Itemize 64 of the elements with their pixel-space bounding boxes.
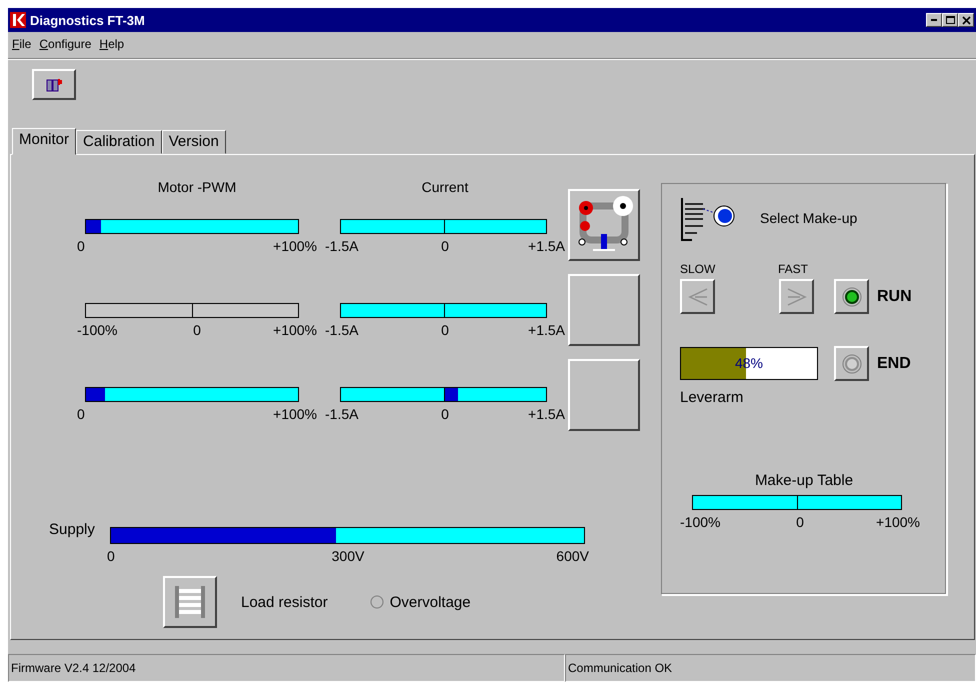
close-button[interactable]	[958, 13, 974, 27]
arrow-icon	[786, 286, 808, 308]
overvoltage-label: Overvoltage	[390, 594, 471, 610]
scale-label: 0	[107, 548, 115, 564]
scale-label: +1.5A	[528, 406, 565, 422]
run-button[interactable]	[834, 279, 869, 314]
tab[interactable]: Calibration	[76, 130, 162, 154]
scale-label: 0	[441, 406, 449, 422]
status-field: Communication OK	[565, 654, 976, 682]
run-label: RUN	[877, 288, 912, 306]
section-heading: Motor -PWM	[156, 179, 238, 197]
app-logo-icon	[10, 12, 26, 28]
scale-label: 300V	[332, 548, 364, 564]
scale-label: -100%	[77, 322, 118, 338]
scale-label: +100%	[273, 322, 317, 338]
scale-label: 0	[77, 238, 85, 254]
supply-label: Supply	[49, 521, 96, 538]
scale-label: 0	[441, 322, 449, 338]
scale-label: +100%	[273, 238, 317, 254]
scale-label: -1.5A	[325, 406, 358, 422]
section-heading: Make-up Table	[754, 472, 854, 489]
maximize-button[interactable]	[942, 13, 958, 27]
status-field: Firmware V2.4 12/2004	[8, 654, 565, 682]
end-button[interactable]	[834, 346, 869, 381]
scale-label: 0	[77, 406, 85, 422]
minimize-button[interactable]	[926, 13, 942, 27]
motor-button[interactable]	[568, 189, 640, 261]
slow-button[interactable]	[680, 279, 715, 314]
end-label: END	[877, 354, 911, 372]
menu-item[interactable]: Help	[99, 37, 124, 53]
fast-label: FAST	[778, 262, 808, 276]
load-resistor-label: Load resistor	[241, 594, 328, 610]
scale-label: +1.5A	[528, 322, 565, 338]
maximize-icon	[946, 16, 954, 24]
blank-button[interactable]	[568, 359, 640, 431]
toolbar-button[interactable]	[32, 69, 76, 100]
select-makeup-label: Select Make-up	[760, 210, 858, 226]
scale-label: 0	[193, 322, 201, 338]
leverarm-label: Leverarm	[680, 389, 744, 406]
minimize-icon	[931, 19, 937, 21]
menu-item[interactable]: Configure	[39, 37, 92, 53]
scale-label: -100%	[680, 514, 720, 530]
scale-label: +100%	[273, 406, 317, 422]
scale-label: -1.5A	[325, 238, 358, 254]
load-resistor-button[interactable]	[163, 576, 217, 628]
arrow-icon	[686, 286, 708, 308]
fast-button[interactable]	[779, 279, 814, 314]
section-heading: Current	[420, 179, 470, 197]
makeup-selector-icon[interactable]	[680, 196, 736, 242]
scale-label: 0	[796, 514, 804, 530]
tab[interactable]: Monitor	[12, 128, 76, 155]
slow-label: SLOW	[680, 262, 716, 276]
scale-label: +1.5A	[528, 238, 565, 254]
window-title: Diagnostics FT-3M	[30, 12, 146, 28]
resistor-icon	[173, 585, 207, 619]
blank-button[interactable]	[568, 274, 640, 346]
scale-label: -1.5A	[325, 322, 358, 338]
close-icon	[962, 16, 970, 24]
device-icon	[45, 76, 63, 92]
tab[interactable]: Version	[162, 130, 226, 154]
menu-item[interactable]: File	[12, 37, 32, 53]
scale-label: 600V	[556, 548, 589, 564]
scale-label: +100%	[876, 514, 920, 530]
scale-label: 0	[441, 238, 449, 254]
